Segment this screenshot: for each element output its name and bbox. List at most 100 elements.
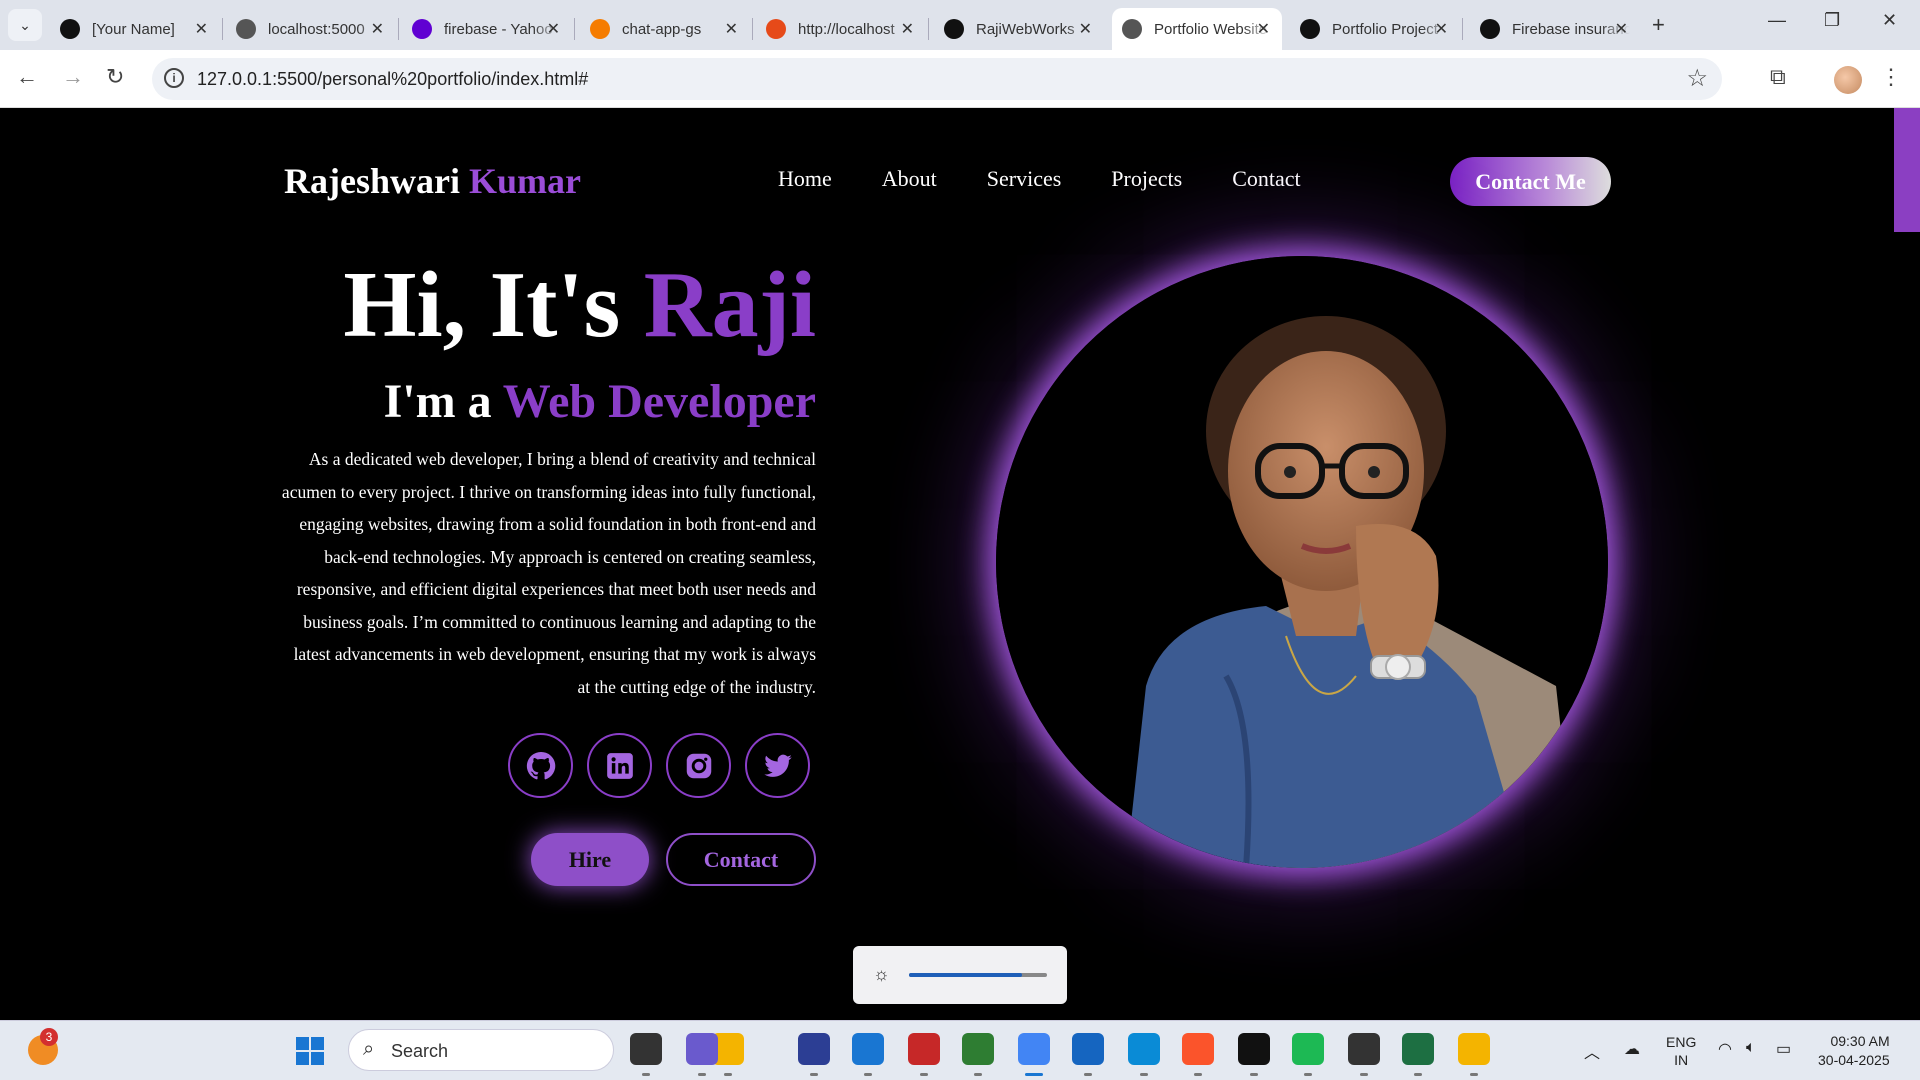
tab-title: Portfolio Project <box>1332 20 1438 38</box>
brightness-slider-fill <box>909 973 1023 977</box>
close-window-icon[interactable]: ✕ <box>1882 10 1897 31</box>
windows-taskbar: 3 ⌕ Search ︿ ☁ ENG IN ◠ 🔈︎ ▭ 09:30 AM 30… <box>0 1020 1920 1080</box>
vs-extension-icon[interactable] <box>798 1033 830 1065</box>
linkedin-icon[interactable] <box>587 733 652 798</box>
address-bar[interactable]: i 127.0.0.1:5500/personal%20portfolio/in… <box>152 58 1722 100</box>
system-clock[interactable]: 09:30 AM 30-04-2025 <box>1818 1032 1890 1070</box>
hire-button[interactable]: Hire <box>531 833 649 886</box>
cursor-icon[interactable] <box>1238 1033 1270 1065</box>
github-icon[interactable] <box>508 733 573 798</box>
task-view-icon[interactable] <box>630 1033 662 1065</box>
minimize-icon[interactable]: — <box>1768 10 1786 31</box>
brave-icon[interactable] <box>1182 1033 1214 1065</box>
forward-icon[interactable]: → <box>62 64 84 90</box>
globe-icon <box>236 19 256 39</box>
browser-tab[interactable]: RajiWebWorks ✕ <box>934 8 1104 50</box>
bookmark-star-icon[interactable]: ☆ <box>1686 64 1708 93</box>
scrollbar-thumb[interactable] <box>1894 108 1920 232</box>
running-indicator <box>1084 1073 1092 1076</box>
start-button[interactable] <box>296 1037 324 1065</box>
battery-icon[interactable]: ▭ <box>1776 1039 1791 1059</box>
reload-icon[interactable]: ↻ <box>106 64 124 90</box>
nav-contact[interactable]: Contact <box>1232 166 1300 192</box>
browser-tab[interactable]: Firebase insurance ✕ <box>1470 8 1640 50</box>
site-logo[interactable]: Rajeshwari Kumar <box>284 160 581 202</box>
spotify-icon[interactable] <box>1292 1033 1324 1065</box>
contact-button[interactable]: Contact <box>666 833 816 886</box>
nav-projects[interactable]: Projects <box>1111 166 1182 192</box>
excel-icon[interactable] <box>1402 1033 1434 1065</box>
more-menu-icon[interactable]: ⋮ <box>1880 64 1902 90</box>
restore-icon[interactable]: ❐ <box>1824 10 1840 31</box>
mcafee-icon[interactable] <box>908 1033 940 1065</box>
volume-icon[interactable]: 🔈︎ <box>1746 1039 1756 1057</box>
browser-tab[interactable]: http://localhost ✕ <box>756 8 926 50</box>
role-heading: I'm a Web Developer <box>280 374 816 429</box>
close-tab-icon[interactable]: ✕ <box>725 19 738 39</box>
show-hidden-icons[interactable]: ︿ <box>1584 1039 1600 1063</box>
nav-home[interactable]: Home <box>778 166 832 192</box>
instagram-icon[interactable] <box>666 733 731 798</box>
browser-toolbar: ← → ↻ i 127.0.0.1:5500/personal%20portfo… <box>0 50 1920 108</box>
close-tab-icon[interactable]: ✕ <box>371 19 384 39</box>
close-tab-icon[interactable]: ✕ <box>1615 19 1628 39</box>
taskbar-search-box[interactable]: ⌕ Search <box>348 1029 614 1071</box>
language-indicator[interactable]: ENG IN <box>1666 1033 1696 1069</box>
brightness-icon: ☼ <box>873 964 890 984</box>
hero-name: Raji <box>643 253 816 357</box>
contact-me-button[interactable]: Contact Me <box>1450 157 1611 206</box>
browser-tab[interactable]: chat-app-gs ✕ <box>580 8 750 50</box>
close-tab-icon[interactable]: ✕ <box>1435 19 1448 39</box>
tab-separator <box>752 18 753 40</box>
triangle-logo-icon <box>60 19 80 39</box>
role-text: Web Developer <box>502 375 816 428</box>
onedrive-folder-icon[interactable] <box>1458 1033 1490 1065</box>
nav-about[interactable]: About <box>882 166 937 192</box>
close-tab-icon[interactable]: ✕ <box>1257 19 1270 39</box>
running-indicator <box>810 1073 818 1076</box>
copilot-icon[interactable] <box>686 1033 718 1065</box>
brightness-slider[interactable] <box>909 973 1047 977</box>
site-info-icon[interactable]: i <box>164 68 184 88</box>
back-icon[interactable]: ← <box>16 64 38 90</box>
firebase-icon <box>590 19 610 39</box>
url-text: 127.0.0.1:5500/personal%20portfolio/inde… <box>197 69 589 89</box>
browser-tab[interactable]: Portfolio Website ✕ <box>1112 8 1282 50</box>
tab-separator <box>574 18 575 40</box>
running-indicator <box>1470 1073 1478 1076</box>
nav-services[interactable]: Services <box>987 166 1062 192</box>
tab-separator <box>928 18 929 40</box>
tab-separator <box>1462 18 1463 40</box>
close-tab-icon[interactable]: ✕ <box>901 19 914 39</box>
role-prefix: I'm a <box>383 375 503 428</box>
greeting-text: Hi, It's <box>343 253 644 357</box>
tab-title: Portfolio Website <box>1154 20 1268 38</box>
chrome-icon[interactable] <box>1018 1033 1050 1065</box>
store-icon[interactable] <box>1072 1033 1104 1065</box>
running-indicator <box>698 1073 706 1076</box>
browser-tab[interactable]: Portfolio Project ✕ <box>1290 8 1460 50</box>
close-tab-icon[interactable]: ✕ <box>195 19 208 39</box>
running-indicator <box>642 1073 650 1076</box>
tab-title: http://localhost <box>798 20 895 38</box>
close-tab-icon[interactable]: ✕ <box>1079 19 1092 39</box>
browser-tab[interactable]: [Your Name] ✕ <box>50 8 220 50</box>
yahoo-icon <box>412 19 432 39</box>
twitter-icon[interactable] <box>745 733 810 798</box>
atom-icon[interactable] <box>962 1033 994 1065</box>
running-indicator <box>974 1073 982 1076</box>
hero-text: Hi, It's Raji I'm a Web Developer As a d… <box>280 258 816 703</box>
tab-search-button[interactable]: ⌄ <box>8 9 42 41</box>
extensions-icon[interactable]: ⧉ <box>1770 64 1786 90</box>
close-tab-icon[interactable]: ✕ <box>547 19 560 39</box>
new-tab-button[interactable]: + <box>1652 12 1665 38</box>
running-indicator <box>1250 1073 1258 1076</box>
profile-avatar[interactable] <box>1834 66 1862 94</box>
wifi-icon[interactable]: ◠ <box>1718 1039 1732 1059</box>
edge-icon[interactable] <box>1128 1033 1160 1065</box>
vscode-icon[interactable] <box>852 1033 884 1065</box>
onedrive-icon[interactable]: ☁ <box>1624 1039 1640 1059</box>
browser-tab[interactable]: firebase - Yahoo ✕ <box>402 8 572 50</box>
terminal-icon[interactable] <box>1348 1033 1380 1065</box>
browser-tab[interactable]: localhost:5000 ✕ <box>226 8 396 50</box>
